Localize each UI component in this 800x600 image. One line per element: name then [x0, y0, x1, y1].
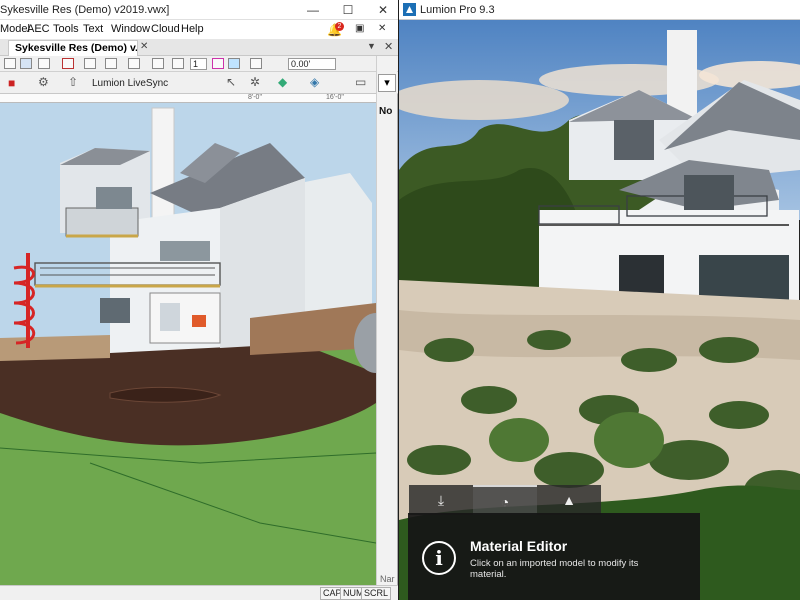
pan-icon[interactable]	[172, 58, 184, 69]
lumion-window: Lumion Pro 9.3 ⤓ ◔ ▲	[399, 0, 800, 600]
close-button[interactable]: ✕	[368, 0, 398, 20]
status-scroll: SCRL	[361, 587, 392, 600]
menu-tools[interactable]: Tools	[53, 23, 79, 35]
document-tab[interactable]: Sykesville Res (Demo) v...	[8, 40, 138, 56]
shade-icon[interactable]: ◈	[310, 75, 319, 89]
import-tab[interactable]: ⤓	[409, 485, 473, 515]
layer-icon[interactable]	[128, 58, 140, 69]
vertical-panel[interactable]: ▾ No Nar	[376, 56, 397, 585]
ruler-tick: 16'-0"	[326, 94, 344, 101]
walkthrough-icon[interactable]	[228, 58, 240, 69]
upload-icon[interactable]: ⇧	[68, 75, 78, 89]
menu-window[interactable]: Window	[111, 23, 150, 35]
window-title: Sykesville Res (Demo) v2019.vwx]	[0, 4, 170, 16]
material-tab[interactable]: ◔	[473, 485, 537, 515]
view-icon[interactable]	[4, 58, 16, 69]
maximize-button[interactable]: ☐	[333, 0, 363, 20]
menu-aec[interactable]: AEC	[27, 23, 50, 35]
tab-list-dropdown-icon[interactable]: ▼	[367, 41, 376, 51]
standard-view-icon[interactable]	[84, 58, 96, 69]
navigation-bottom-label[interactable]: Nar	[380, 574, 395, 584]
menu-text[interactable]: Text	[83, 23, 103, 35]
toolbar-more-icon[interactable]: ▭	[355, 75, 366, 89]
menu-model[interactable]: Model	[0, 23, 30, 35]
lumion-app-icon	[403, 3, 416, 16]
view-bar: 1 0.00'	[0, 56, 398, 72]
material-icon: ◔	[500, 494, 510, 510]
desktop: Sykesville Res (Demo) v2019.vwx] — ☐ ✕ M…	[0, 0, 800, 600]
landscape-tab[interactable]: ▲	[537, 485, 601, 515]
navigation-toggle[interactable]: ▾	[378, 74, 396, 92]
page-icon[interactable]	[62, 58, 74, 69]
notification-badge: 2	[335, 22, 344, 31]
info-icon: i	[422, 541, 456, 575]
vectorworks-window: Sykesville Res (Demo) v2019.vwx] — ☐ ✕ M…	[0, 0, 398, 600]
layer-plane-icon[interactable]	[250, 58, 262, 69]
ruler: 8'-0" 16'-0"	[0, 94, 376, 103]
tooltip-title: Material Editor	[470, 538, 568, 554]
vectorworks-titlebar: Sykesville Res (Demo) v2019.vwx] — ☐ ✕	[0, 0, 398, 20]
window-title: Lumion Pro 9.3	[420, 4, 495, 16]
render-mode-icon[interactable]	[20, 58, 32, 69]
drawing-viewport[interactable]	[0, 103, 376, 585]
pointer-icon[interactable]: ↖	[226, 75, 236, 89]
layer-number-field[interactable]: 1	[190, 58, 207, 70]
projection-icon[interactable]	[38, 58, 50, 69]
flyover-icon[interactable]	[212, 58, 224, 69]
lumion-titlebar: Lumion Pro 9.3	[399, 0, 800, 20]
model-3d-view	[0, 103, 376, 585]
render-icon[interactable]: ◆	[278, 75, 287, 89]
settings-icon[interactable]: ✲	[250, 75, 260, 89]
document-tabbar: Sykesville Res (Demo) v... ✕ ▼ ✕	[0, 39, 398, 56]
ruler-tick: 8'-0"	[248, 94, 262, 101]
class-icon[interactable]	[105, 58, 117, 69]
offset-field[interactable]: 0.00'	[288, 58, 336, 70]
tooltip-body: Click on an imported model to modify its…	[470, 558, 639, 580]
navigation-label[interactable]: No	[379, 106, 392, 117]
doc-restore-button[interactable]: ▣	[355, 23, 364, 34]
status-bar: CAP NUM SCRL	[0, 585, 398, 600]
minimize-button[interactable]: —	[298, 0, 328, 20]
doc-close-button[interactable]: ✕	[378, 23, 386, 34]
close-tab-icon[interactable]: ✕	[140, 41, 148, 52]
gear-icon[interactable]: ⚙	[38, 75, 49, 89]
landscape-icon: ▲	[562, 492, 576, 508]
camera-icon[interactable]: ■	[8, 76, 15, 90]
import-icon: ⤓	[437, 492, 445, 508]
material-editor-tooltip: i Material Editor Click on an imported m…	[408, 513, 700, 600]
menu-help[interactable]: Help	[181, 23, 204, 35]
notifications-button[interactable]: 🔔 2	[327, 22, 345, 38]
close-document-icon[interactable]: ✕	[384, 40, 393, 53]
menu-cloud[interactable]: Cloud	[151, 23, 180, 35]
livesync-label[interactable]: Lumion LiveSync	[92, 78, 168, 89]
tool-bar: ■ ⚙ ⇧ ↖ ✲ ◆ ◈ ▭	[0, 72, 398, 94]
zoom-icon[interactable]	[152, 58, 164, 69]
